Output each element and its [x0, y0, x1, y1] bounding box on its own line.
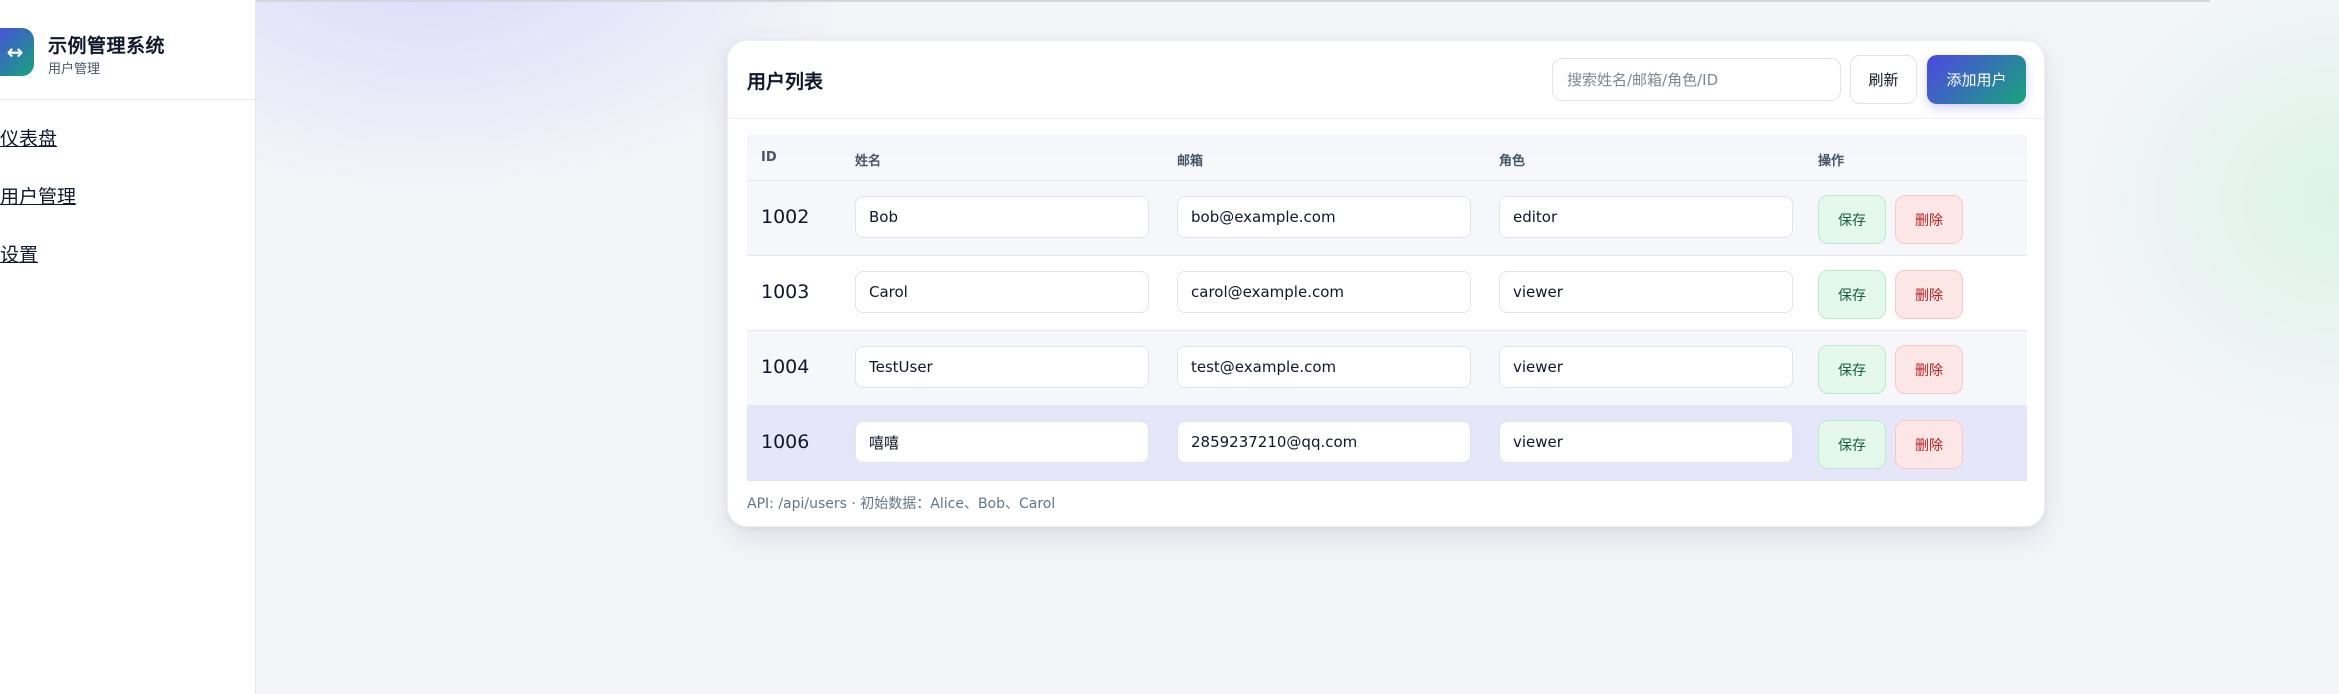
search-input[interactable]: [1552, 58, 1841, 101]
delete-button[interactable]: 删除: [1895, 345, 1963, 394]
save-button[interactable]: 保存: [1818, 420, 1886, 469]
brand-subtitle: 用户管理: [48, 62, 101, 77]
table-header: ID 姓名 邮箱 角色 操作: [747, 135, 2027, 181]
row-id: 1006: [761, 431, 810, 453]
page-title: 用户列表: [747, 71, 824, 93]
column-header-id: ID: [761, 150, 777, 165]
role-field[interactable]: [1499, 421, 1793, 463]
role-field[interactable]: [1499, 196, 1793, 238]
name-field[interactable]: [855, 196, 1149, 238]
name-field[interactable]: [855, 271, 1149, 313]
brand-header: ↔ 示例管理系统 用户管理: [0, 0, 255, 100]
name-field[interactable]: [855, 346, 1149, 388]
column-header-actions: 操作: [1818, 154, 1845, 169]
table-row: 1002 保存 删除: [747, 181, 2027, 256]
role-field[interactable]: [1499, 271, 1793, 313]
row-id: 1003: [761, 281, 810, 303]
save-button[interactable]: 保存: [1818, 345, 1886, 394]
save-button[interactable]: 保存: [1818, 195, 1886, 244]
email-field[interactable]: [1177, 421, 1471, 463]
api-footnote: API: /api/users · 初始数据：Alice、Bob、Carol: [747, 496, 1056, 512]
table-row: 1006 保存 删除: [747, 406, 2027, 481]
arrows-logo-icon: ↔: [0, 28, 34, 76]
row-id: 1002: [761, 206, 810, 228]
email-field[interactable]: [1177, 196, 1471, 238]
delete-button[interactable]: 删除: [1895, 195, 1963, 244]
table-row: 1003 保存 删除: [747, 256, 2027, 331]
save-button[interactable]: 保存: [1818, 270, 1886, 319]
brand-title: 示例管理系统: [48, 35, 166, 57]
column-header-name: 姓名: [855, 154, 882, 169]
sidebar-nav: 仪表盘 用户管理 设置: [0, 124, 76, 298]
refresh-button[interactable]: 刷新: [1850, 55, 1917, 104]
role-field[interactable]: [1499, 346, 1793, 388]
add-user-button[interactable]: 添加用户: [1927, 55, 2026, 104]
card-header: 用户列表 刷新 添加用户: [728, 41, 2044, 119]
user-list-card: 用户列表 刷新 添加用户 ID 姓名 邮箱 角色 操作 1002 保存 删除: [727, 40, 2045, 527]
app-root: ↔ 示例管理系统 用户管理 仪表盘 用户管理 设置 用户列表 刷新 添加用户 I…: [0, 0, 2339, 694]
email-field[interactable]: [1177, 271, 1471, 313]
email-field[interactable]: [1177, 346, 1471, 388]
table-row: 1004 保存 删除: [747, 331, 2027, 406]
users-table: ID 姓名 邮箱 角色 操作 1002 保存 删除 1003 保存 删除: [747, 135, 2027, 481]
sidebar-item-dashboard[interactable]: 仪表盘: [0, 124, 76, 152]
sidebar-item-settings[interactable]: 设置: [0, 240, 76, 268]
sidebar-item-users[interactable]: 用户管理: [0, 182, 76, 210]
delete-button[interactable]: 删除: [1895, 420, 1963, 469]
sidebar: ↔ 示例管理系统 用户管理 仪表盘 用户管理 设置: [0, 0, 256, 694]
top-divider: [95, 0, 2210, 2]
name-field[interactable]: [855, 421, 1149, 463]
column-header-email: 邮箱: [1177, 154, 1204, 169]
delete-button[interactable]: 删除: [1895, 270, 1963, 319]
row-id: 1004: [761, 356, 810, 378]
column-header-role: 角色: [1499, 154, 1526, 169]
